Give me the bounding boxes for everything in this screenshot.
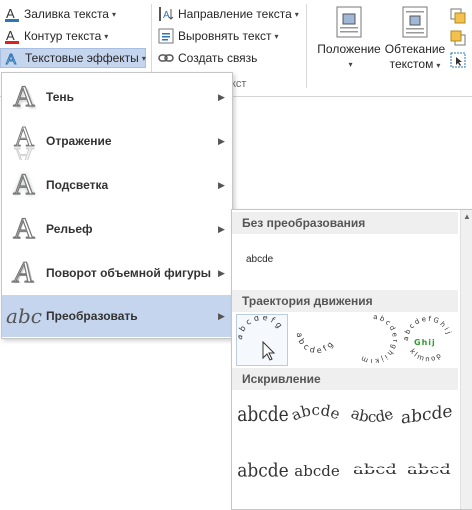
warp-circle-pour-option[interactable]: abcde <box>402 446 452 496</box>
position-button[interactable]: Положение ▾ <box>314 6 384 72</box>
selection-pane-icon[interactable] <box>450 52 466 73</box>
chevron-down-icon[interactable]: ▾ <box>142 54 146 63</box>
link-icon <box>158 50 174 66</box>
text-effects-icon: A <box>5 50 21 67</box>
svg-text:abcdefg: abcdefg <box>295 332 337 356</box>
create-link-button[interactable]: Создать связь <box>158 48 257 68</box>
warp-circle-pour-preview: abcde <box>405 461 451 477</box>
svg-text:A: A <box>6 28 15 43</box>
warp-slant-option[interactable]: abcde <box>401 390 452 440</box>
send-backward-icon[interactable] <box>450 30 466 51</box>
section-header-warp: Искривление <box>232 368 458 390</box>
3d-rotation-icon: A <box>10 255 38 289</box>
warp-arch-up-preview: abcde <box>292 401 342 425</box>
warp-button-pour-option[interactable]: abcde <box>348 446 398 496</box>
text-direction-label: Направление текста <box>178 7 292 21</box>
menu-item-reflection[interactable]: AA Отражение ▶ <box>2 119 232 172</box>
warp-arch-up-option[interactable]: abcde <box>292 390 342 440</box>
wrap-text-button[interactable]: Обтекание текстом ▾ <box>384 6 446 73</box>
chevron-down-icon[interactable]: ▾ <box>436 61 440 70</box>
menu-item-3d-rotation[interactable]: A Поворот объемной фигуры ▶ <box>2 251 232 295</box>
svg-text:Ghij: Ghij <box>414 338 436 347</box>
warp-plain-option[interactable]: abcde <box>237 390 288 440</box>
text-effects-label: Текстовые эффекты <box>25 51 139 65</box>
path-arch-down-option[interactable]: abcdefg <box>292 314 342 364</box>
glow-icon: A <box>13 168 36 201</box>
mouse-cursor-icon <box>262 340 276 361</box>
chevron-down-icon[interactable]: ▾ <box>274 32 278 41</box>
menu-item-transform[interactable]: abc Преобразовать ▶ <box>2 295 232 337</box>
text-outline-label: Контур текста <box>24 29 102 43</box>
menu-item-shadow[interactable]: A Тень ▶ <box>2 75 232 119</box>
text-outline-button[interactable]: A Контур текста ▾ <box>4 26 108 46</box>
text-fill-icon: A <box>4 6 20 22</box>
text-outline-icon: A <box>4 28 20 44</box>
svg-text:abcde: abcde <box>292 401 342 425</box>
chevron-down-icon[interactable]: ▾ <box>295 10 299 19</box>
svg-text:A: A <box>14 141 35 160</box>
chevron-right-icon: ▶ <box>218 267 225 278</box>
chevron-down-icon[interactable]: ▾ <box>317 57 384 72</box>
path-circle-preview: abcdefghijklm <box>358 315 397 363</box>
create-link-label: Создать связь <box>178 51 258 65</box>
chevron-right-icon: ▶ <box>218 310 225 321</box>
svg-text:klmnop: klmnop <box>408 347 444 363</box>
align-text-button[interactable]: Выровнять текст ▾ <box>158 26 279 46</box>
shadow-icon: A <box>13 80 36 113</box>
bring-forward-icon[interactable] <box>450 8 466 29</box>
warp-button-pour-preview: abcde <box>351 461 397 477</box>
chevron-right-icon: ▶ <box>218 223 225 234</box>
path-arch-up-option[interactable]: abcdefg <box>236 314 288 366</box>
warp-wave-option[interactable]: abcde <box>292 446 342 496</box>
chevron-down-icon[interactable]: ▾ <box>112 10 116 19</box>
transform-icon: abc <box>6 304 42 328</box>
chevron-right-icon: ▶ <box>218 135 225 146</box>
path-arch-down-preview: abcdefg <box>295 332 337 356</box>
scroll-up-icon[interactable]: ▲ <box>463 212 471 221</box>
warp-inflate-option[interactable]: abcde <box>237 446 288 496</box>
text-direction-icon: A <box>158 6 174 22</box>
position-label: Положение <box>317 42 381 56</box>
svg-text:abcdefghijklm: abcdefghijklm <box>358 315 397 363</box>
path-arch-up-preview: abcdefg <box>238 316 286 361</box>
chevron-right-icon: ▶ <box>218 91 225 102</box>
text-fill-label: Заливка текста <box>24 7 109 21</box>
group-label: кст <box>231 78 247 90</box>
menu-item-glow[interactable]: A Подсветка ▶ <box>2 163 232 207</box>
path-circle-option[interactable]: abcdefghijklm <box>348 314 398 364</box>
svg-text:abcde: abcde <box>349 404 396 426</box>
section-header-follow-path: Траектория движения <box>232 290 458 312</box>
svg-text:A: A <box>6 51 16 66</box>
warp-arch-down-preview: abcde <box>349 404 396 426</box>
reflection-icon: AA <box>2 120 46 172</box>
svg-text:A: A <box>163 10 170 21</box>
position-icon <box>336 6 362 38</box>
path-button-option[interactable]: abcdefGhij Ghij klmnop <box>402 314 452 364</box>
path-button-preview: abcdefGhij Ghij klmnop <box>402 315 451 363</box>
section-header-no-transform: Без преобразования <box>232 212 458 234</box>
chevron-right-icon: ▶ <box>218 179 225 190</box>
align-text-label: Выровнять текст <box>178 29 272 43</box>
wrap-text-icon <box>402 6 428 38</box>
warp-arch-down-option[interactable]: abcde <box>348 390 398 440</box>
chevron-down-icon[interactable]: ▾ <box>104 32 108 41</box>
transform-submenu: Без преобразования abcde Траектория движ… <box>231 209 472 510</box>
svg-text:abcdefg: abcdefg <box>238 316 286 340</box>
svg-text:A: A <box>6 6 15 21</box>
align-text-icon <box>158 28 174 44</box>
bevel-icon: A <box>13 212 36 245</box>
no-transform-option[interactable]: abcde <box>246 254 273 265</box>
ribbon-divider <box>306 4 307 88</box>
text-effects-menu: A Тень ▶ AA Отражение ▶ A Подсветка ▶ A … <box>1 72 233 339</box>
text-direction-button[interactable]: A Направление текста ▾ <box>158 4 299 24</box>
menu-item-bevel[interactable]: A Рельеф ▶ <box>2 207 232 251</box>
wrap-text-label-2: текстом <box>389 57 434 71</box>
text-effects-button[interactable]: A Текстовые эффекты ▾ <box>0 48 146 68</box>
wrap-text-label-1: Обтекание <box>384 42 446 56</box>
submenu-scrollbar[interactable]: ▲ <box>460 210 472 509</box>
text-fill-button[interactable]: A Заливка текста ▾ <box>4 4 116 24</box>
